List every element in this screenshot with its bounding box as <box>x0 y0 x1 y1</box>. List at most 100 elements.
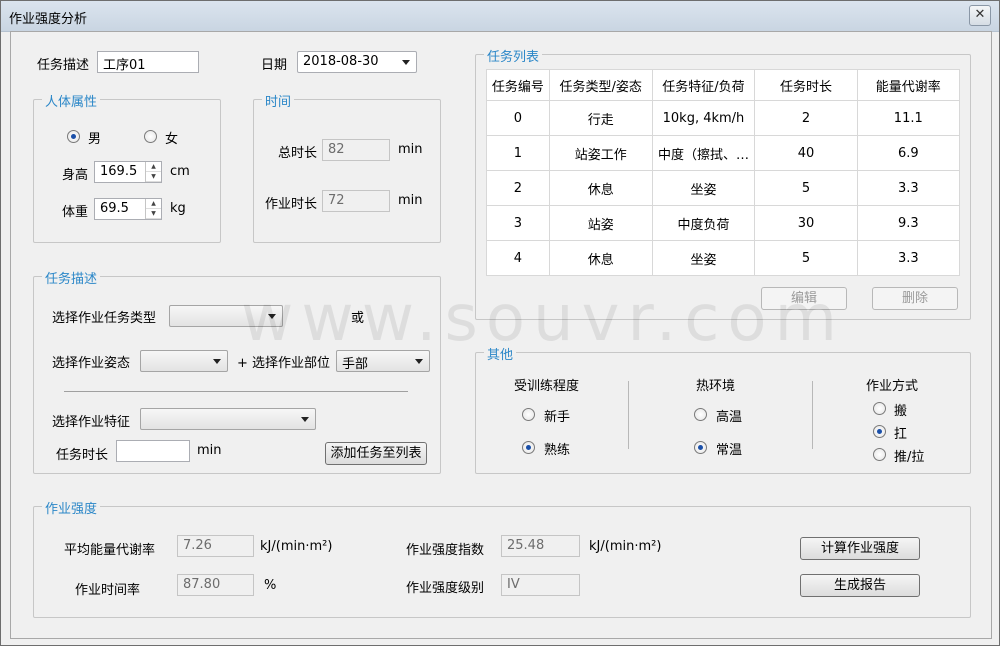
height-spin[interactable]: ▲ ▼ <box>145 162 161 182</box>
chevron-down-icon <box>415 359 423 364</box>
task-desc-input[interactable]: 工序01 <box>97 51 199 73</box>
push-pull-label: 推/拉 <box>894 450 925 465</box>
table-cell[interactable]: 5 <box>754 170 858 206</box>
training-label: 受训练程度 <box>514 379 580 394</box>
main-window: 作业强度分析 ✕ 任务描述 工序01 日期 2018-08-30 人体属性 男 … <box>0 0 1000 646</box>
table-row[interactable]: 2 休息 坐姿 5 3.3 <box>486 170 961 206</box>
other-group: 其他 受训练程度 新手 熟练 热环境 高温 常温 作业方式 搬 扛 推/拉 <box>475 344 971 474</box>
table-cell[interactable]: 3 <box>486 205 550 241</box>
time-ratio-field: 87.80 <box>177 574 254 596</box>
normal-temp-label: 常温 <box>716 443 743 458</box>
or-label: 或 <box>351 311 365 326</box>
task-type-select[interactable] <box>169 305 283 327</box>
table-row[interactable]: 0 行走 10kg, 4km/h 2 11.1 <box>486 100 961 136</box>
table-cell[interactable]: 行走 <box>548 100 653 136</box>
table-cell[interactable]: 3.3 <box>856 240 961 276</box>
table-cell[interactable]: 6.9 <box>856 135 961 171</box>
table-cell[interactable]: 2 <box>486 170 550 206</box>
feature-select[interactable] <box>140 408 316 430</box>
table-cell[interactable]: 站姿 <box>548 205 653 241</box>
male-radio[interactable] <box>67 130 80 143</box>
weight-stepper[interactable]: 69.5 ▲ ▼ <box>94 198 162 220</box>
task-table: 任务编号 任务类型/姿态 任务特征/负荷 任务时长 能量代谢率 0 行走 10k… <box>486 69 961 276</box>
table-row[interactable]: 3 站姿 中度负荷 30 9.3 <box>486 205 961 241</box>
task-list-group: 任务列表 任务编号 任务类型/姿态 任务特征/负荷 任务时长 能量代谢率 0 行… <box>475 46 971 320</box>
table-cell[interactable]: 11.1 <box>856 100 961 136</box>
table-cell[interactable]: 2 <box>754 100 858 136</box>
table-cell[interactable]: 40 <box>754 135 858 171</box>
body-part-select[interactable]: 手部 <box>336 350 430 372</box>
novice-radio[interactable] <box>522 408 535 421</box>
high-temp-label: 高温 <box>716 410 743 425</box>
skilled-label: 熟练 <box>544 443 571 458</box>
lift-radio[interactable] <box>873 425 886 438</box>
close-button[interactable]: ✕ <box>969 5 991 26</box>
weight-spin[interactable]: ▲ ▼ <box>145 199 161 219</box>
add-task-button[interactable]: 添加任务至列表 <box>325 442 427 465</box>
title-bar: 作业强度分析 ✕ <box>1 1 999 32</box>
novice-label: 新手 <box>544 410 571 425</box>
calculate-button[interactable]: 计算作业强度 <box>800 537 920 560</box>
table-cell[interactable]: 4 <box>486 240 550 276</box>
intensity-level-label: 作业强度级别 <box>406 581 485 596</box>
intensity-index-label: 作业强度指数 <box>406 543 485 558</box>
male-label: 男 <box>88 132 102 147</box>
avg-metabolic-unit: kJ/(min·m²) <box>260 539 333 554</box>
table-cell[interactable]: 10kg, 4km/h <box>651 100 756 136</box>
table-cell[interactable]: 30 <box>754 205 858 241</box>
table-cell[interactable]: 休息 <box>548 240 653 276</box>
table-row[interactable]: 1 站姿工作 中度（擦拭、… 40 6.9 <box>486 135 961 171</box>
task-desc-group-title: 任务描述 <box>42 268 101 287</box>
high-temp-radio[interactable] <box>694 408 707 421</box>
table-cell[interactable]: 5 <box>754 240 858 276</box>
work-time-label: 作业时长 <box>265 197 318 212</box>
height-unit: cm <box>170 164 190 179</box>
table-cell[interactable]: 1 <box>486 135 550 171</box>
task-desc-label: 任务描述 <box>37 58 90 73</box>
table-cell[interactable]: 坐姿 <box>651 170 756 206</box>
total-time-field: 82 <box>322 139 390 161</box>
table-row[interactable]: 4 休息 坐姿 5 3.3 <box>486 240 961 276</box>
table-cell[interactable]: 0 <box>486 100 550 136</box>
spin-up-icon[interactable]: ▲ <box>146 199 161 209</box>
female-radio[interactable] <box>144 130 157 143</box>
skilled-radio[interactable] <box>522 441 535 454</box>
duration-input[interactable] <box>116 440 190 462</box>
weight-label: 体重 <box>62 205 89 220</box>
client-area: 任务描述 工序01 日期 2018-08-30 人体属性 男 女 身高 169.… <box>10 31 992 639</box>
table-cell[interactable]: 3.3 <box>856 170 961 206</box>
other-title: 其他 <box>484 344 517 363</box>
height-stepper[interactable]: 169.5 ▲ ▼ <box>94 161 162 183</box>
table-cell[interactable]: 站姿工作 <box>548 135 653 171</box>
edit-button[interactable]: 编辑 <box>761 287 847 310</box>
spin-up-icon[interactable]: ▲ <box>146 162 161 172</box>
chevron-down-icon <box>268 314 276 319</box>
table-cell[interactable]: 坐姿 <box>651 240 756 276</box>
normal-temp-radio[interactable] <box>694 441 707 454</box>
date-label: 日期 <box>261 58 288 73</box>
work-time-field: 72 <box>322 190 390 212</box>
spin-down-icon[interactable]: ▼ <box>146 172 161 182</box>
chevron-down-icon <box>402 60 410 65</box>
task-list-title: 任务列表 <box>484 46 543 65</box>
table-cell[interactable]: 中度（擦拭、… <box>651 135 756 171</box>
time-ratio-label: 作业时间率 <box>75 583 141 598</box>
column-header: 任务特征/负荷 <box>651 69 756 101</box>
generate-report-button[interactable]: 生成报告 <box>800 574 920 597</box>
table-cell[interactable]: 9.3 <box>856 205 961 241</box>
window-title: 作业强度分析 <box>9 12 88 27</box>
time-title: 时间 <box>262 91 295 110</box>
task-desc-group: 任务描述 选择作业任务类型 或 选择作业姿态 + 选择作业部位 手部 选择作业特… <box>33 268 441 474</box>
push-pull-radio[interactable] <box>873 448 886 461</box>
carry-radio[interactable] <box>873 402 886 415</box>
divider <box>64 391 408 392</box>
body-part-label: + 选择作业部位 <box>237 356 331 371</box>
table-cell[interactable]: 休息 <box>548 170 653 206</box>
date-picker[interactable]: 2018-08-30 <box>297 51 417 73</box>
table-cell[interactable]: 中度负荷 <box>651 205 756 241</box>
spin-down-icon[interactable]: ▼ <box>146 209 161 219</box>
delete-button[interactable]: 删除 <box>872 287 958 310</box>
duration-unit: min <box>197 443 222 458</box>
work-time-unit: min <box>398 193 423 208</box>
posture-select[interactable] <box>140 350 228 372</box>
